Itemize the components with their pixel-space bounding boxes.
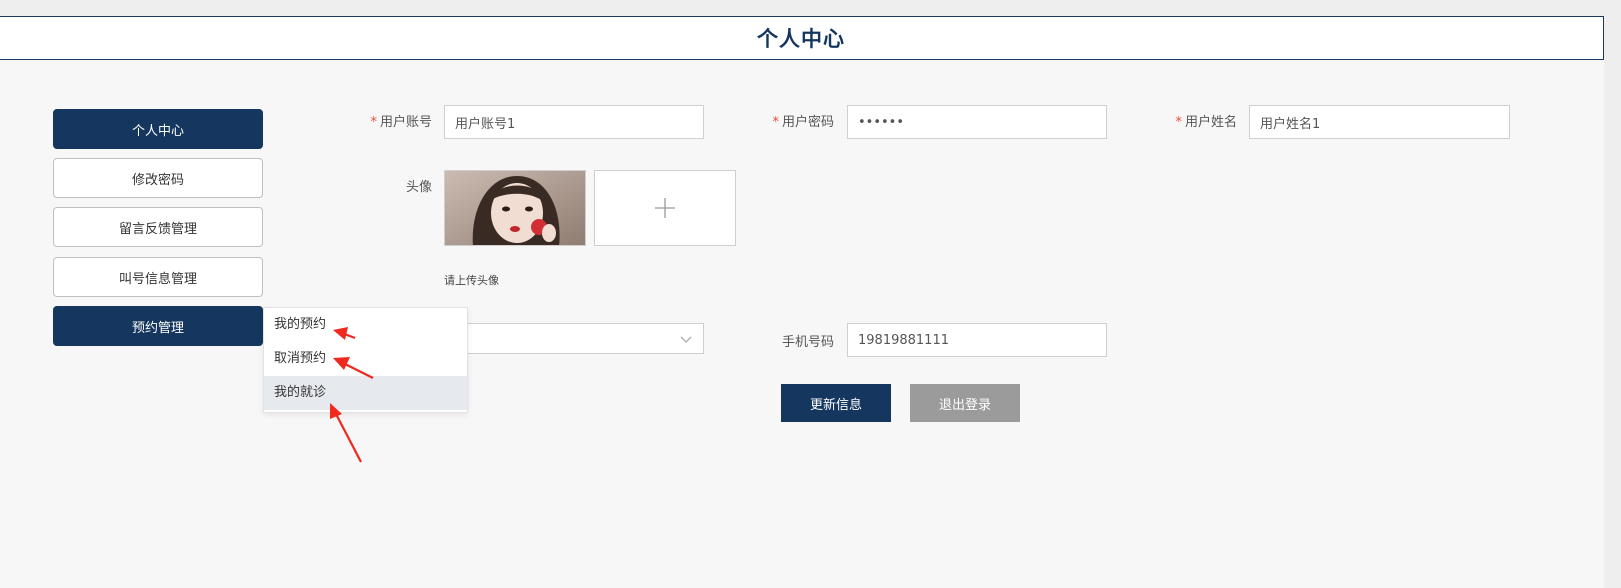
upload-avatar-button[interactable] xyxy=(594,170,736,246)
account-label: * 用户账号 xyxy=(370,115,432,130)
page-header: 个人中心 xyxy=(0,16,1604,60)
sidebar-item-personal-center[interactable]: 个人中心 xyxy=(53,109,263,149)
name-label: * 用户姓名 xyxy=(1175,115,1237,130)
avatar-image[interactable] xyxy=(444,170,586,246)
phone-input[interactable]: 19819881111 xyxy=(847,323,1107,357)
sidebar-item-appointment-management[interactable]: 预约管理 xyxy=(53,306,263,346)
scrollbar-track[interactable] xyxy=(1604,0,1621,588)
annotation-arrow-3 xyxy=(335,413,362,463)
name-input[interactable]: 用户姓名1 xyxy=(1249,105,1510,139)
password-label: * 用户密码 xyxy=(772,115,834,130)
plus-icon xyxy=(655,198,675,218)
submenu-item-cancel-appointment[interactable]: 取消预约 xyxy=(264,342,467,376)
gender-select[interactable] xyxy=(468,323,704,354)
sidebar-item-queue-info-management[interactable]: 叫号信息管理 xyxy=(53,257,263,297)
browser-top-strip xyxy=(0,0,1621,16)
appointment-submenu: 我的预约 取消预约 我的就诊 xyxy=(263,307,468,413)
chevron-down-icon xyxy=(680,336,692,343)
upload-hint: 请上传头像 xyxy=(444,274,499,287)
avatar-label: 头像 xyxy=(405,180,432,195)
page-title: 个人中心 xyxy=(757,27,845,51)
logout-button[interactable]: 退出登录 xyxy=(910,384,1020,422)
account-input[interactable]: 用户账号1 xyxy=(444,105,704,139)
phone-label: 手机号码 xyxy=(781,335,834,350)
submenu-item-my-visits[interactable]: 我的就诊 xyxy=(264,376,467,410)
update-info-button[interactable]: 更新信息 xyxy=(781,384,891,422)
password-input[interactable]: •••••• xyxy=(847,105,1107,139)
sidebar-item-feedback-management[interactable]: 留言反馈管理 xyxy=(53,207,263,247)
submenu-item-my-appointments[interactable]: 我的预约 xyxy=(264,308,467,342)
avatar-photo xyxy=(445,171,585,245)
sidebar-item-change-password[interactable]: 修改密码 xyxy=(53,158,263,198)
